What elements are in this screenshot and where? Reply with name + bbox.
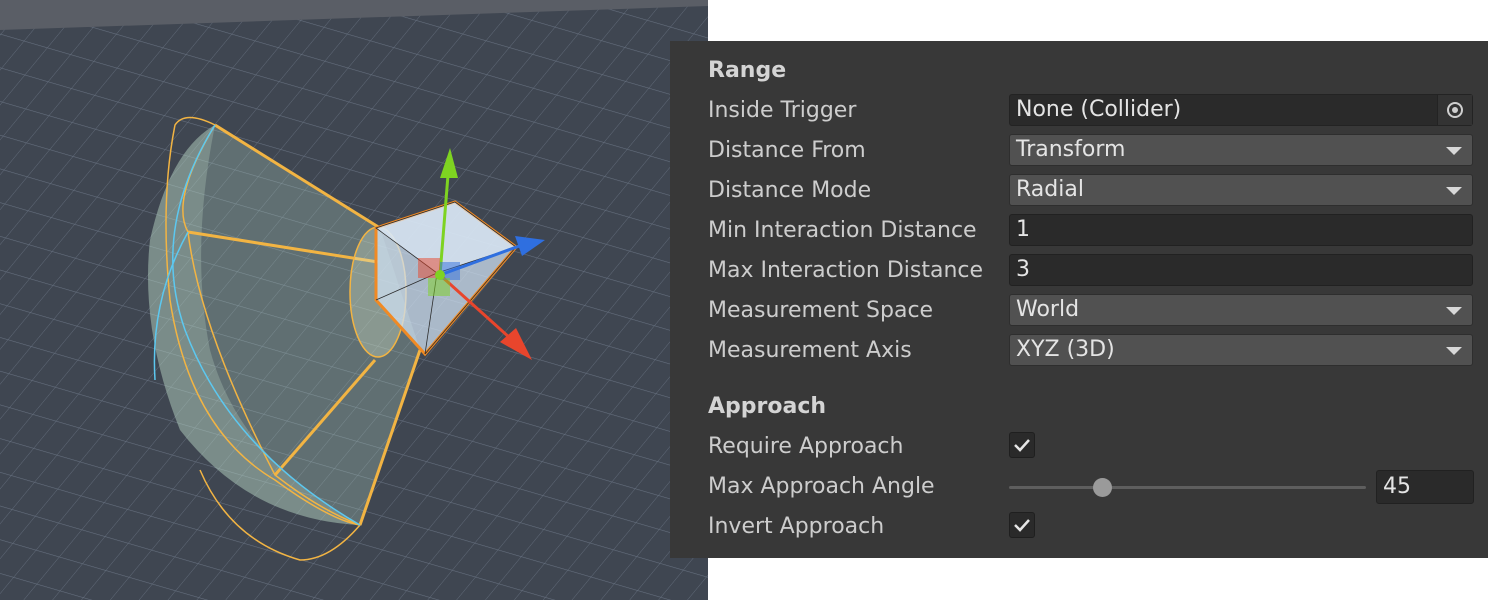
min-interaction-distance-label: Min Interaction Distance: [708, 218, 977, 243]
range-section-header: Range: [708, 58, 787, 83]
dropdown-arrow-icon: [1446, 187, 1462, 195]
distance-from-label: Distance From: [708, 138, 866, 163]
measurement-axis-row: Measurement Axis XYZ (3D): [670, 334, 1488, 370]
measurement-space-label: Measurement Space: [708, 298, 934, 323]
invert-approach-checkbox[interactable]: [1009, 512, 1035, 538]
slider-thumb[interactable]: [1092, 478, 1112, 497]
object-picker-icon[interactable]: [1437, 95, 1472, 125]
inside-trigger-label: Inside Trigger: [708, 98, 857, 123]
scene-view[interactable]: [0, 0, 708, 600]
dropdown-arrow-icon: [1446, 347, 1462, 355]
invert-approach-label: Invert Approach: [708, 514, 885, 539]
measurement-axis-label: Measurement Axis: [708, 338, 912, 363]
min-interaction-distance-row: Min Interaction Distance 1: [670, 214, 1488, 250]
measurement-space-row: Measurement Space World: [670, 294, 1488, 330]
measurement-axis-value: XYZ (3D): [1016, 337, 1115, 362]
distance-from-dropdown[interactable]: Transform: [1009, 134, 1473, 166]
distance-mode-row: Distance Mode Radial: [670, 174, 1488, 210]
max-approach-angle-value: 45: [1383, 474, 1411, 499]
inspector-panel: Range Inside Trigger None (Collider) Dis…: [670, 41, 1488, 558]
require-approach-row: Require Approach: [670, 430, 1488, 466]
distance-from-row: Distance From Transform: [670, 134, 1488, 170]
inside-trigger-value: None (Collider): [1016, 97, 1182, 122]
invert-approach-row: Invert Approach: [670, 510, 1488, 546]
inside-trigger-field[interactable]: None (Collider): [1009, 94, 1473, 126]
measurement-space-value: World: [1016, 297, 1080, 322]
require-approach-label: Require Approach: [708, 434, 904, 459]
distance-mode-dropdown[interactable]: Radial: [1009, 174, 1473, 206]
max-interaction-distance-row: Max Interaction Distance 3: [670, 254, 1488, 290]
distance-from-value: Transform: [1016, 137, 1126, 162]
dropdown-arrow-icon: [1446, 307, 1462, 315]
approach-section-header: Approach: [708, 394, 827, 419]
measurement-axis-dropdown[interactable]: XYZ (3D): [1009, 334, 1473, 366]
min-interaction-distance-input[interactable]: 1: [1009, 214, 1473, 246]
max-interaction-distance-value: 3: [1016, 257, 1030, 282]
max-approach-angle-slider[interactable]: [1009, 478, 1366, 497]
distance-mode-value: Radial: [1016, 177, 1084, 202]
min-interaction-distance-value: 1: [1016, 217, 1030, 242]
max-approach-angle-label: Max Approach Angle: [708, 474, 935, 499]
inside-trigger-row: Inside Trigger None (Collider): [670, 94, 1488, 130]
max-approach-angle-row: Max Approach Angle 45: [670, 470, 1488, 506]
distance-mode-label: Distance Mode: [708, 178, 872, 203]
checkmark-icon: [1014, 439, 1030, 452]
max-approach-angle-input[interactable]: 45: [1376, 470, 1474, 504]
require-approach-checkbox[interactable]: [1009, 432, 1035, 458]
checkmark-icon: [1014, 519, 1030, 532]
scene-canvas: [0, 0, 708, 600]
max-interaction-distance-label: Max Interaction Distance: [708, 258, 984, 283]
dropdown-arrow-icon: [1446, 147, 1462, 155]
max-interaction-distance-input[interactable]: 3: [1009, 254, 1473, 286]
measurement-space-dropdown[interactable]: World: [1009, 294, 1473, 326]
